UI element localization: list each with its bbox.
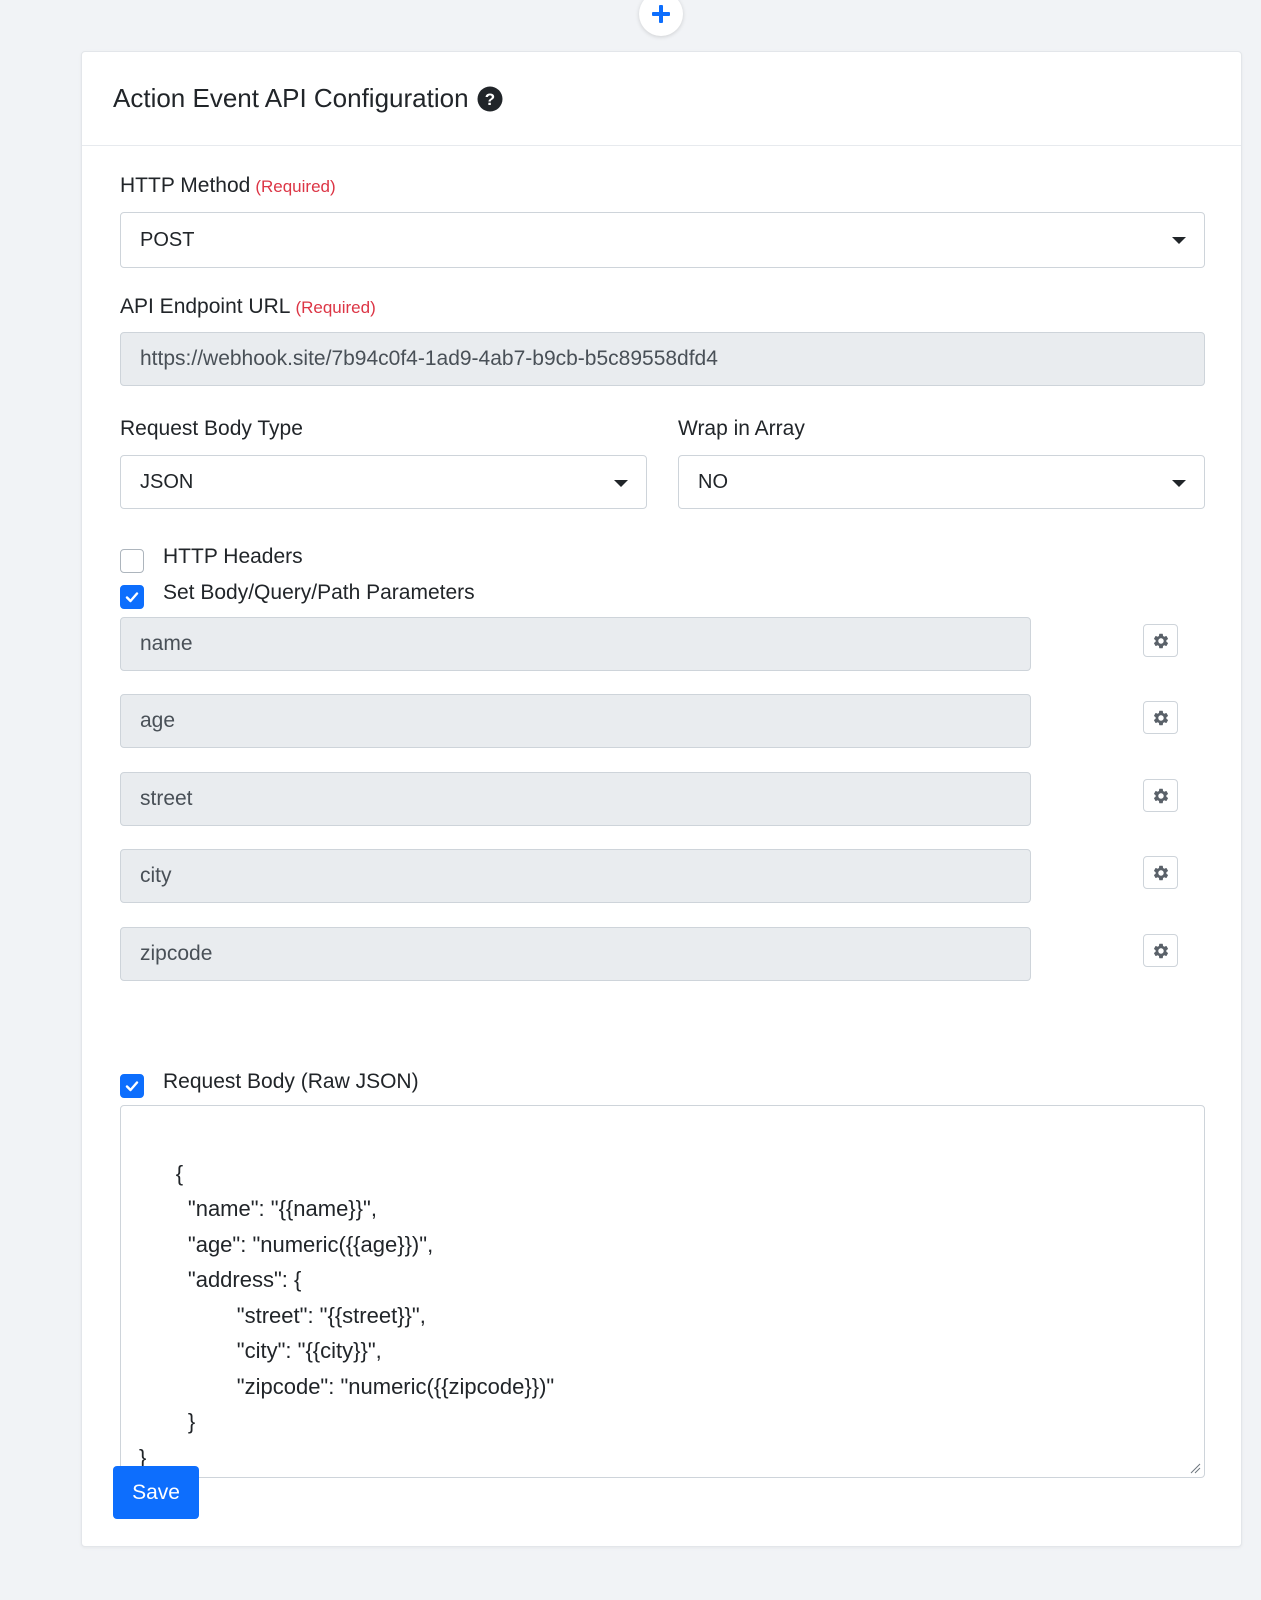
wrap-in-array-label: Wrap in Array xyxy=(678,417,805,440)
request-body-type-select[interactable]: JSON xyxy=(120,455,647,509)
svg-text:?: ? xyxy=(484,90,494,109)
api-endpoint-label-text: API Endpoint URL xyxy=(120,295,291,318)
save-button[interactable]: Save xyxy=(113,1466,199,1519)
http-headers-label: HTTP Headers xyxy=(163,545,303,568)
gear-icon xyxy=(1153,788,1168,803)
parameters-label: Set Body/Query/Path Parameters xyxy=(163,581,475,604)
raw-json-label: Request Body (Raw JSON) xyxy=(163,1070,419,1093)
parameter-settings-button[interactable] xyxy=(1143,856,1178,889)
checkmark-icon xyxy=(125,592,139,603)
http-method-label: HTTP Method (Required) xyxy=(120,174,336,198)
parameter-field-street[interactable]: street xyxy=(120,772,1031,826)
plus-icon xyxy=(652,5,670,23)
wrap-in-array-select[interactable]: NO xyxy=(678,455,1205,509)
parameter-name: city xyxy=(140,864,172,887)
resize-handle-icon[interactable] xyxy=(1189,1462,1201,1474)
parameter-field-age[interactable]: age xyxy=(120,694,1031,748)
required-indicator: (Required) xyxy=(255,177,336,196)
parameter-settings-button[interactable] xyxy=(1143,934,1178,967)
chevron-down-icon xyxy=(614,480,628,487)
request-body-type-label: Request Body Type xyxy=(120,417,303,440)
parameter-field-city[interactable]: city xyxy=(120,849,1031,903)
gear-icon xyxy=(1153,710,1168,725)
checkmark-icon xyxy=(125,1081,139,1092)
parameter-name: age xyxy=(140,709,176,732)
add-step-button[interactable] xyxy=(639,0,683,36)
http-method-value: POST xyxy=(140,228,195,251)
parameter-settings-button[interactable] xyxy=(1143,701,1178,734)
api-configuration-card: Action Event API Configuration ? HTTP Me… xyxy=(81,51,1242,1547)
required-indicator: (Required) xyxy=(295,298,376,317)
parameter-field-name[interactable]: name xyxy=(120,617,1031,671)
chevron-down-icon xyxy=(1172,237,1186,244)
parameters-checkbox[interactable] xyxy=(120,585,144,609)
parameter-settings-button[interactable] xyxy=(1143,624,1178,657)
parameter-settings-button[interactable] xyxy=(1143,779,1178,812)
wrap-in-array-value: NO xyxy=(698,470,728,493)
raw-json-textarea[interactable]: { "name": "{{name}}", "age": "numeric({{… xyxy=(120,1105,1205,1478)
parameter-name: street xyxy=(140,787,193,810)
question-circle-icon[interactable]: ? xyxy=(477,86,503,112)
raw-json-content: { "name": "{{name}}", "age": "numeric({{… xyxy=(139,1160,555,1470)
http-method-label-text: HTTP Method xyxy=(120,174,251,197)
api-endpoint-value: https://webhook.site/7b94c0f4-1ad9-4ab7-… xyxy=(140,347,718,370)
gear-icon xyxy=(1153,865,1168,880)
http-method-select[interactable]: POST xyxy=(120,212,1205,268)
parameter-name: name xyxy=(140,632,193,655)
parameter-field-zipcode[interactable]: zipcode xyxy=(120,927,1031,981)
card-header: Action Event API Configuration ? xyxy=(82,52,1241,146)
request-body-type-value: JSON xyxy=(140,470,194,493)
api-endpoint-field[interactable]: https://webhook.site/7b94c0f4-1ad9-4ab7-… xyxy=(120,332,1205,386)
gear-icon xyxy=(1153,633,1168,648)
http-headers-checkbox[interactable] xyxy=(120,549,144,573)
card-title: Action Event API Configuration xyxy=(113,83,469,113)
raw-json-checkbox[interactable] xyxy=(120,1074,144,1098)
api-endpoint-label: API Endpoint URL (Required) xyxy=(120,295,376,319)
gear-icon xyxy=(1153,943,1168,958)
parameter-name: zipcode xyxy=(140,942,213,965)
chevron-down-icon xyxy=(1172,480,1186,487)
